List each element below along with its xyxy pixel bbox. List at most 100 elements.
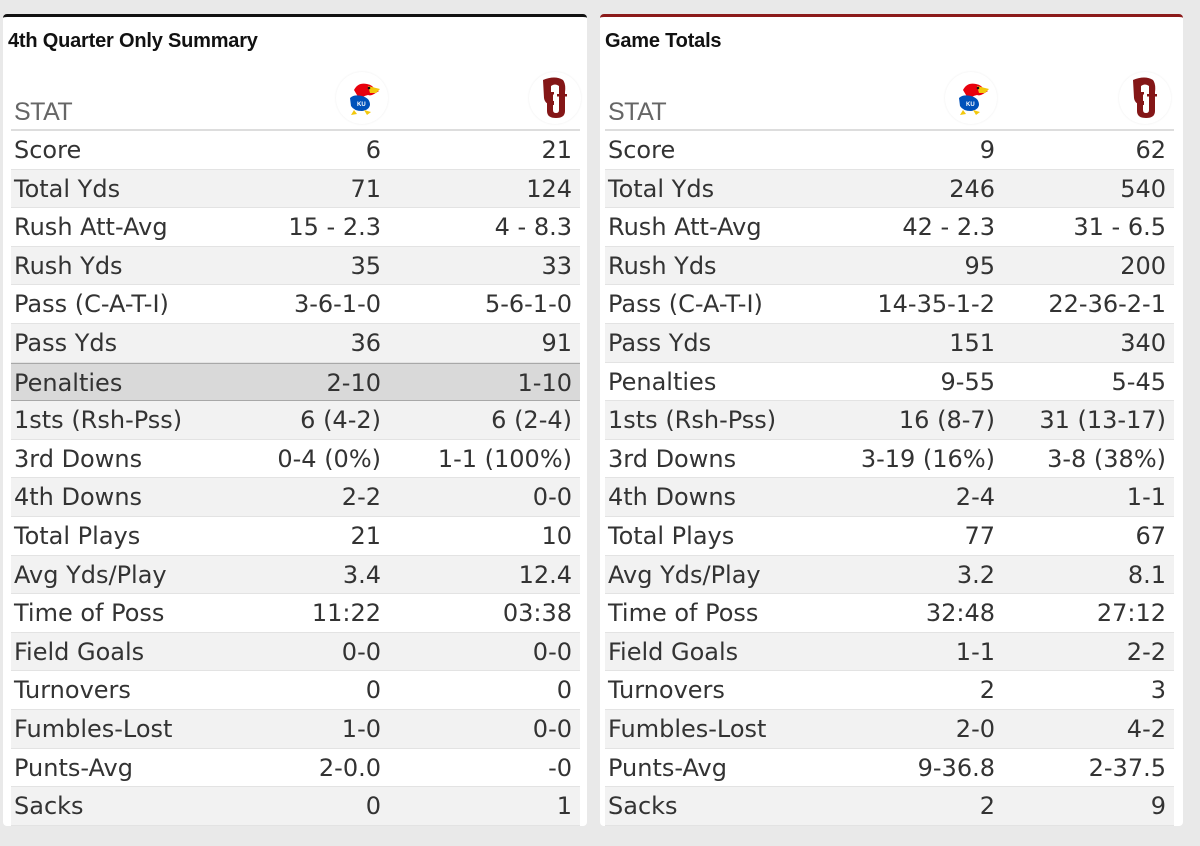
table-row[interactable]: Field Goals 1-1 2-2 (605, 632, 1174, 672)
team1-value: 0 (365, 792, 381, 821)
team2-value: 124 (526, 174, 572, 203)
table-row[interactable]: Fumbles-Lost 1-0 0-0 (11, 709, 580, 749)
stats-rows: Score 6 21 Total Yds 71 124 Rush Att-Avg 15 - 2… (11, 131, 580, 826)
stat-label: Punts-Avg (608, 753, 727, 782)
team2-value: 1-1 (100%) (437, 444, 572, 473)
stat-label: Avg Yds/Play (14, 560, 167, 589)
team2-value: 1 (556, 792, 572, 821)
table-row[interactable]: 3rd Downs 0-4 (0%) 1-1 (100%) (11, 439, 580, 479)
stat-label: Pass (C-A-T-I) (14, 290, 169, 319)
team2-value: 62 (1135, 136, 1166, 164)
table-row[interactable]: 3rd Downs 3-19 (16%) 3-8 (38%) (605, 439, 1174, 479)
table-row[interactable]: Rush Yds 35 33 (11, 246, 580, 286)
stat-label: Turnovers (608, 676, 725, 705)
team1-value: 0-4 (0%) (277, 444, 381, 473)
stat-column-header: STAT (14, 98, 73, 126)
team2-value: 2-2 (1126, 637, 1166, 666)
stat-label: 4th Downs (608, 483, 737, 512)
kansas-jayhawk-logo-icon: KU (336, 72, 388, 124)
table-row[interactable]: 4th Downs 2-2 0-0 (11, 478, 580, 517)
stat-label: Field Goals (14, 637, 145, 666)
team1-value: 71 (350, 174, 381, 203)
table-row[interactable]: 1sts (Rsh-Pss) 16 (8-7) 31 (13-17) (605, 401, 1174, 440)
team2-value: 200 (1120, 251, 1166, 280)
table-row[interactable]: Time of Poss 11:22 03:38 (11, 594, 580, 633)
stat-label: Pass Yds (14, 328, 118, 357)
svg-text:KU: KU (966, 102, 975, 108)
oklahoma-ou-logo-icon (1119, 72, 1171, 124)
table-row[interactable]: Total Plays 21 10 (11, 516, 580, 556)
stat-label: Field Goals (608, 637, 739, 666)
stats-rows: Score 9 62 Total Yds 246 540 Rush Att-Avg 42 - … (605, 131, 1174, 826)
stat-label: Pass Yds (608, 328, 712, 357)
team2-value: 1-10 (517, 368, 572, 397)
team2-value: 5-6-1-0 (484, 290, 572, 319)
team1-value: 1-1 (955, 637, 995, 666)
team1-value: 2-0.0 (318, 753, 381, 782)
table-row[interactable]: Penalties 9-55 5-45 (605, 362, 1174, 402)
team1-value: 21 (350, 521, 381, 550)
team1-value: 9-36.8 (917, 753, 995, 782)
table-row[interactable]: Field Goals 0-0 0-0 (11, 632, 580, 672)
table-row[interactable]: Rush Yds 95 200 (605, 246, 1174, 286)
game-totals-panel: Game Totals STAT KU Score 9 62 Total Yds… (600, 14, 1183, 826)
team2-value: -0 (548, 753, 572, 782)
stat-label: Fumbles-Lost (14, 714, 173, 743)
team1-value: 2-2 (341, 483, 381, 512)
team2-value: 0-0 (532, 483, 572, 512)
stat-label: Score (14, 136, 82, 164)
table-row[interactable]: 1sts (Rsh-Pss) 6 (4-2) 6 (2-4) (11, 401, 580, 440)
table-row[interactable]: Sacks 2 9 (605, 787, 1174, 826)
table-row[interactable]: Rush Att-Avg 15 - 2.3 4 - 8.3 (11, 208, 580, 247)
table-row[interactable]: Pass Yds 36 91 (11, 323, 580, 363)
team2-value: 1-1 (1126, 483, 1166, 512)
stat-label: Turnovers (14, 676, 131, 705)
table-row[interactable]: Turnovers 0 0 (11, 671, 580, 710)
team1-value: 3-19 (16%) (860, 444, 995, 473)
stat-label: Penalties (608, 367, 717, 396)
table-row[interactable]: Fumbles-Lost 2-0 4-2 (605, 709, 1174, 749)
stat-column-header: STAT (608, 98, 667, 126)
team1-value: 3-6-1-0 (293, 290, 381, 319)
team2-value: 340 (1120, 328, 1166, 357)
table-row[interactable]: 4th Downs 2-4 1-1 (605, 478, 1174, 517)
table-row[interactable]: Avg Yds/Play 3.4 12.4 (11, 555, 580, 595)
team1-value: 3.2 (956, 560, 995, 589)
table-row[interactable]: Pass Yds 151 340 (605, 323, 1174, 363)
team1-value: 151 (949, 328, 995, 357)
stat-label: Penalties (14, 368, 123, 397)
stat-label: Avg Yds/Play (608, 560, 761, 589)
table-row[interactable]: Pass (C-A-T-I) 3-6-1-0 5-6-1-0 (11, 285, 580, 324)
table-row[interactable]: Rush Att-Avg 42 - 2.3 31 - 6.5 (605, 208, 1174, 247)
team2-value: 67 (1135, 521, 1166, 550)
team1-value: 0-0 (341, 637, 381, 666)
team1-value: 36 (350, 328, 381, 357)
team1-value: 2 (979, 676, 995, 705)
kansas-jayhawk-logo-icon: KU (945, 72, 997, 124)
table-row[interactable]: Punts-Avg 2-0.0 -0 (11, 748, 580, 788)
table-row[interactable]: Pass (C-A-T-I) 14-35-1-2 22-36-2-1 (605, 285, 1174, 324)
stat-label: Fumbles-Lost (608, 714, 767, 743)
table-row[interactable]: Punts-Avg 9-36.8 2-37.5 (605, 748, 1174, 788)
table-row[interactable]: Total Yds 246 540 (605, 169, 1174, 209)
team2-value: 31 (13-17) (1039, 406, 1166, 435)
stat-label: Sacks (14, 792, 84, 821)
table-row[interactable]: Time of Poss 32:48 27:12 (605, 594, 1174, 633)
team1-value: 6 (4-2) (300, 406, 381, 435)
team1-value: 35 (350, 251, 381, 280)
table-row[interactable]: Penalties 2-10 1-10 (11, 362, 580, 402)
team1-value: 11:22 (311, 599, 381, 628)
table-row[interactable]: Score 9 62 (605, 131, 1174, 170)
table-row[interactable]: Sacks 0 1 (11, 787, 580, 826)
team2-value: 540 (1120, 174, 1166, 203)
table-row[interactable]: Total Yds 71 124 (11, 169, 580, 209)
table-row[interactable]: Turnovers 2 3 (605, 671, 1174, 710)
table-row[interactable]: Avg Yds/Play 3.2 8.1 (605, 555, 1174, 595)
table-row[interactable]: Total Plays 77 67 (605, 516, 1174, 556)
team1-value: 14-35-1-2 (877, 290, 995, 319)
team1-value: 2-4 (955, 483, 995, 512)
stats-table: STAT KU Score 9 62 Total Yds 246 540 Rus… (605, 72, 1174, 826)
table-row[interactable]: Score 6 21 (11, 131, 580, 170)
stat-label: 1sts (Rsh-Pss) (14, 406, 183, 435)
team2-value: 0-0 (532, 637, 572, 666)
